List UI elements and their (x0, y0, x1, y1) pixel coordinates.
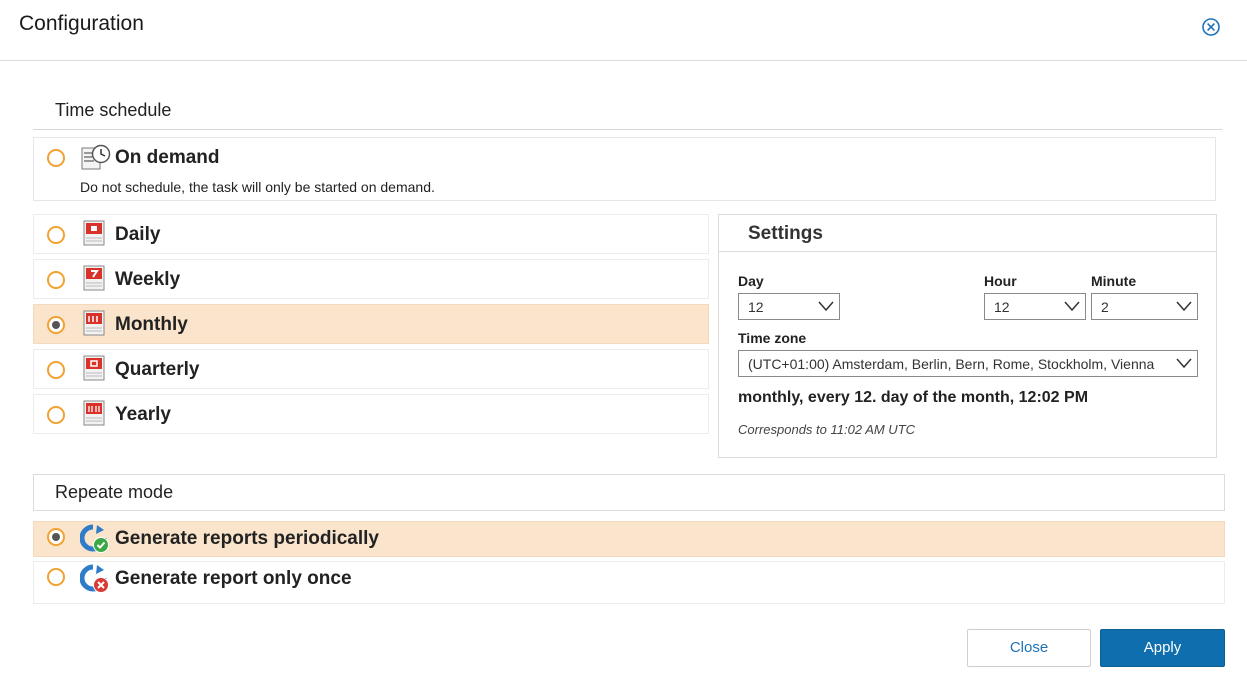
chevron-down-icon (818, 301, 834, 312)
hour-value: 12 (994, 299, 1010, 315)
monthly-radio[interactable] (47, 316, 65, 334)
on-demand-radio[interactable] (47, 149, 65, 167)
daily-radio[interactable] (47, 226, 65, 244)
calendar-monthly-icon (83, 310, 105, 336)
daily-label: Daily (115, 224, 161, 245)
calendar-weekly-icon (83, 265, 105, 291)
utc-correspondence: Corresponds to 11:02 AM UTC (738, 422, 916, 437)
close-button[interactable]: Close (967, 629, 1091, 667)
schedule-summary: monthly, every 12. day of the month, 12:… (738, 389, 1089, 406)
apply-button[interactable]: Apply (1100, 629, 1225, 667)
day-value: 12 (748, 299, 764, 315)
monthly-label: Monthly (115, 314, 188, 335)
day-label: Day (738, 273, 764, 289)
settings-divider (719, 251, 1216, 252)
periodically-label: Generate reports periodically (115, 528, 379, 549)
chevron-down-icon (1176, 358, 1192, 369)
yearly-radio[interactable] (47, 406, 65, 424)
minute-label: Minute (1091, 273, 1137, 289)
day-select[interactable]: 12 (738, 293, 840, 320)
calendar-daily-icon (83, 220, 105, 246)
quarterly-radio[interactable] (47, 361, 65, 379)
quarterly-label: Quarterly (115, 359, 200, 380)
once-label: Generate report only once (115, 568, 352, 589)
calendar-quarterly-icon (83, 355, 105, 381)
yearly-label: Yearly (115, 404, 171, 425)
once-radio[interactable] (47, 568, 65, 586)
repeat-mode-heading: Repeate mode (55, 482, 174, 502)
close-icon[interactable] (1201, 17, 1221, 37)
on-demand-description: Do not schedule, the task will only be s… (80, 179, 435, 195)
timezone-label: Time zone (738, 330, 807, 346)
settings-panel: Settings Day 12 Hour 12 Minute 2 Time zo… (718, 214, 1217, 458)
chevron-down-icon (1064, 301, 1080, 312)
minute-value: 2 (1101, 299, 1109, 315)
calendar-yearly-icon (83, 400, 105, 426)
on-demand-label: On demand (115, 147, 220, 168)
periodically-radio[interactable] (47, 528, 65, 546)
timezone-select[interactable]: (UTC+01:00) Amsterdam, Berlin, Bern, Rom… (738, 350, 1198, 377)
repeat-mode-header (33, 474, 1225, 511)
settings-title: Settings (748, 223, 823, 244)
dialog-title: Configuration (19, 12, 144, 35)
weekly-label: Weekly (115, 269, 181, 290)
hour-select[interactable]: 12 (984, 293, 1086, 320)
hour-label: Hour (984, 273, 1017, 289)
refresh-check-icon (80, 524, 109, 553)
minute-select[interactable]: 2 (1091, 293, 1198, 320)
dialog-header: Configuration (0, 0, 1247, 61)
time-schedule-heading: Time schedule (55, 100, 172, 120)
chevron-down-icon (1176, 301, 1192, 312)
refresh-cross-icon (80, 564, 109, 593)
timezone-value: (UTC+01:00) Amsterdam, Berlin, Bern, Rom… (748, 356, 1155, 372)
weekly-radio[interactable] (47, 271, 65, 289)
time-schedule-divider (33, 129, 1222, 130)
clock-document-icon (81, 144, 111, 170)
